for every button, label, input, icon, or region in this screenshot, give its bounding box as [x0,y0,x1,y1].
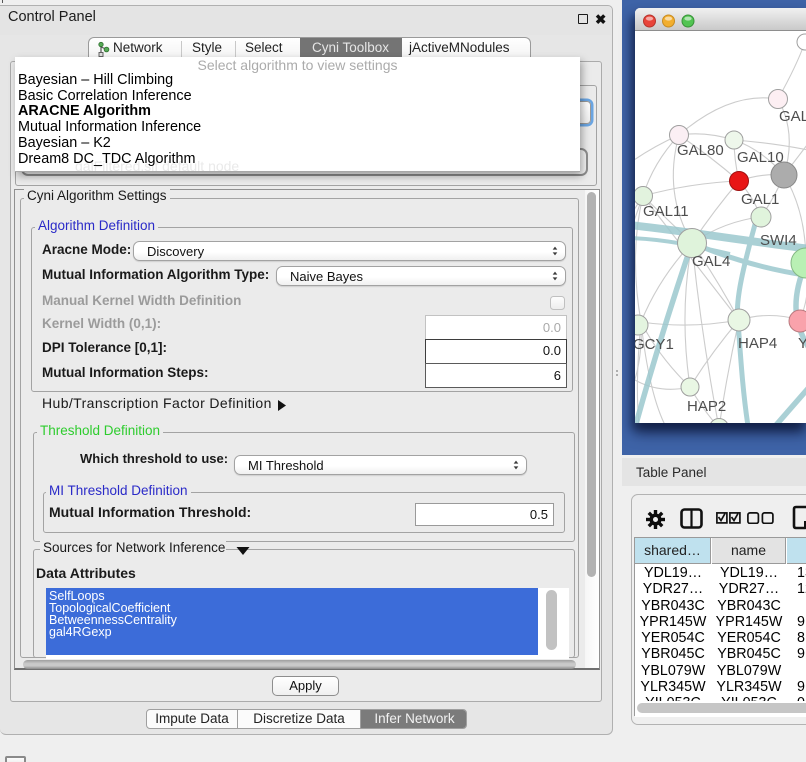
svg-text:GAL11: GAL11 [643,203,689,220]
svg-text:YD: YD [798,335,806,352]
svg-text:GAL80: GAL80 [677,142,724,159]
svg-text:GCY1: GCY1 [635,336,674,353]
svg-text:GAL1: GAL1 [741,191,779,208]
svg-text:SWI4: SWI4 [760,232,797,249]
svg-text:GAL4: GAL4 [692,253,730,270]
svg-text:HAP4: HAP4 [738,335,777,352]
svg-text:GAL2: GAL2 [779,108,806,125]
svg-text:HAP2: HAP2 [687,398,726,415]
svg-text:GAL10: GAL10 [737,149,784,166]
